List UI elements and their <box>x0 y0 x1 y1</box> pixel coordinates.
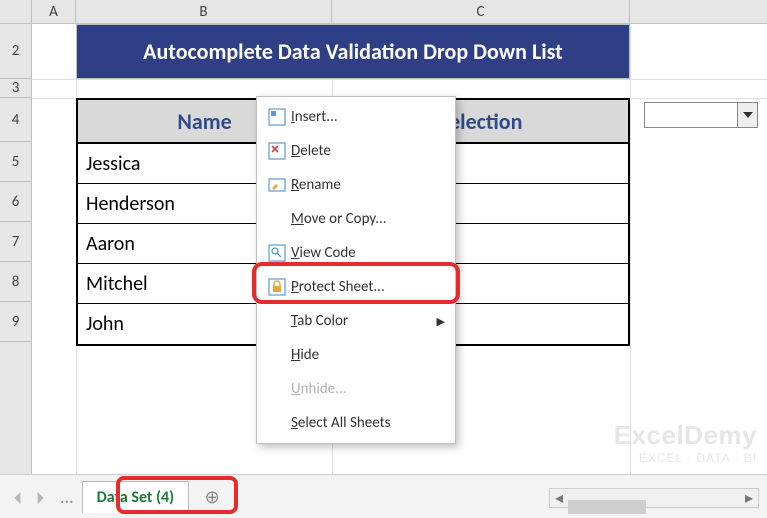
row-header-4[interactable]: 4 <box>0 98 31 142</box>
menu-label: Unhide... <box>291 380 445 398</box>
view-code-icon <box>263 244 291 262</box>
row-header-8[interactable]: 8 <box>0 262 31 302</box>
select-all-corner[interactable] <box>0 0 32 23</box>
row-header-9[interactable]: 9 <box>0 302 31 342</box>
protect-icon <box>263 278 291 296</box>
rename-icon <box>263 176 291 194</box>
new-sheet-button[interactable]: ⊕ <box>199 484 225 510</box>
row-header-7[interactable]: 7 <box>0 222 31 262</box>
menu-view-code[interactable]: View Code <box>257 236 455 270</box>
menu-label: View Code <box>291 244 445 262</box>
insert-icon <box>263 108 291 126</box>
dropdown-combobox[interactable] <box>644 102 758 128</box>
scroll-right-icon[interactable]: ▸ <box>740 489 758 507</box>
menu-label: Rename <box>291 176 445 194</box>
menu-move-copy[interactable]: Move or Copy... <box>257 202 455 236</box>
menu-label: Hide <box>291 346 445 364</box>
horizontal-scrollbar[interactable]: ◂ ▸ <box>549 488 759 508</box>
menu-label: Select All Sheets <box>291 414 445 432</box>
submenu-arrow-icon: ▶ <box>437 315 445 328</box>
page-title: Autocomplete Data Validation Drop Down L… <box>76 24 630 79</box>
tab-overflow[interactable]: ... <box>60 486 74 508</box>
tab-nav-prev[interactable] <box>12 490 26 504</box>
row-header-2[interactable]: 2 <box>0 24 31 79</box>
row-header-6[interactable]: 6 <box>0 182 31 222</box>
menu-unhide: Unhide... <box>257 372 455 406</box>
menu-select-all-sheets[interactable]: Select All Sheets <box>257 406 455 440</box>
scroll-left-icon[interactable]: ◂ <box>550 489 568 507</box>
col-header-C[interactable]: C <box>332 0 630 23</box>
col-header-B[interactable]: B <box>76 0 332 23</box>
menu-insert[interactable]: Insert... <box>257 100 455 134</box>
menu-label: Delete <box>291 142 445 160</box>
column-headers: A B C <box>0 0 767 24</box>
watermark: ExcelDemy EXCEL · DATA · BI <box>614 420 757 465</box>
row-headers: 2 3 4 5 6 7 8 9 <box>0 24 32 474</box>
menu-delete[interactable]: Delete <box>257 134 455 168</box>
dropdown-button[interactable] <box>737 103 757 127</box>
dropdown-input[interactable] <box>645 103 737 127</box>
sheet-tab-active[interactable]: Data Set (4) <box>82 481 190 513</box>
menu-protect-sheet[interactable]: Protect Sheet... <box>257 270 455 304</box>
row-header-5[interactable]: 5 <box>0 142 31 182</box>
tab-nav-next[interactable] <box>34 490 48 504</box>
menu-label: Move or Copy... <box>291 210 445 228</box>
menu-rename[interactable]: Rename <box>257 168 455 202</box>
menu-hide[interactable]: Hide <box>257 338 455 372</box>
menu-label: Tab Color <box>291 312 437 330</box>
scroll-thumb[interactable] <box>568 500 646 514</box>
col-header-A[interactable]: A <box>32 0 76 23</box>
chevron-down-icon <box>743 112 753 118</box>
row-header-3[interactable]: 3 <box>0 79 31 98</box>
menu-label: Insert... <box>291 108 445 126</box>
menu-tab-color[interactable]: Tab Color ▶ <box>257 304 455 338</box>
sheet-tab-bar: ... Data Set (4) ⊕ ◂ ▸ <box>0 474 767 518</box>
sheet-context-menu: Insert... Delete Rename Move or Copy... … <box>256 96 456 444</box>
delete-icon <box>263 142 291 160</box>
menu-label: Protect Sheet... <box>291 278 445 296</box>
